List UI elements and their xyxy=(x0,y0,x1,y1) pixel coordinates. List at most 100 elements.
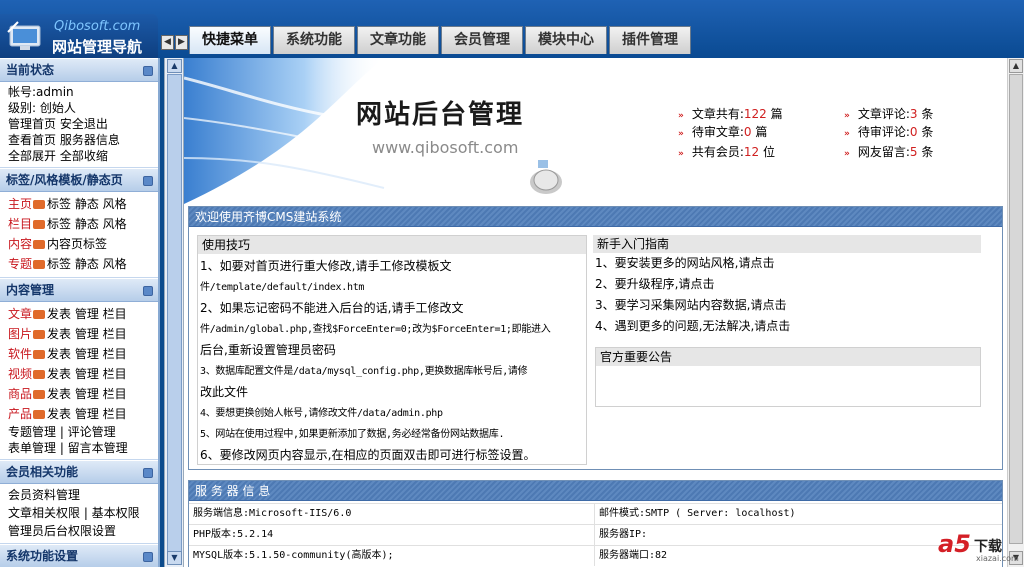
tag-actions[interactable]: 标签 静态 风格 xyxy=(47,217,127,231)
account-value: admin xyxy=(36,85,74,99)
tip-line: 件/template/default/index.htm xyxy=(200,282,365,293)
tag-name[interactable]: 主页 xyxy=(8,197,32,211)
banner-url: www.qibosoft.com xyxy=(372,138,519,157)
tag-row: 栏目 标签 静态 风格 xyxy=(8,214,158,234)
guide-line[interactable]: 1、要安装更多的网站风格,请点击 xyxy=(595,253,981,274)
tip-line: 6、要修改网页内容显示,在相应的页面双击即可进行标签设置。 xyxy=(200,448,536,462)
tab-quick-menu[interactable]: 快捷菜单 xyxy=(189,26,271,54)
tips-title: 使用技巧 xyxy=(198,236,586,254)
server-cell: PHP版本:5.2.14 xyxy=(193,529,274,540)
content-extra-1[interactable]: 专题管理 | 评论管理 xyxy=(8,424,158,440)
stat-unit: 位 xyxy=(762,145,775,159)
section-member-header[interactable]: 会员相关功能 xyxy=(0,460,158,484)
content-name[interactable]: 产品 xyxy=(8,407,32,421)
stat-label: 待审评论: xyxy=(857,125,910,139)
guide-line[interactable]: 4、遇到更多的问题,无法解决,请点击 xyxy=(595,316,981,337)
member-link-1[interactable]: 会员资料管理 xyxy=(8,486,158,504)
tag-row: 专题 标签 静态 风格 xyxy=(8,254,158,274)
content-name[interactable]: 视频 xyxy=(8,367,32,381)
arrow-icon: » xyxy=(678,129,684,139)
tip-line: 件/admin/global.php,查找$ForceEnter=0;改为$Fo… xyxy=(200,324,551,335)
tag-actions[interactable]: 标签 静态 风格 xyxy=(47,197,127,211)
tip-line: 5、网站在使用过程中,如果更新添加了数据,务必经常备份网站数据库. xyxy=(200,429,505,440)
content-actions[interactable]: 发表 管理 栏目 xyxy=(47,327,127,341)
tag-actions[interactable]: 内容页标签 xyxy=(47,237,107,251)
stat-value: 0 xyxy=(909,125,918,139)
stat-value: 3 xyxy=(909,107,918,121)
content-row: 图片 发表 管理 栏目 xyxy=(8,324,158,344)
collapse-left-arrow[interactable]: ◀ xyxy=(161,35,174,50)
account-row: 帐号:admin xyxy=(8,84,158,100)
guide-title: 新手入门指南 xyxy=(593,235,981,253)
toggle-icon[interactable] xyxy=(143,286,153,296)
server-title: 服 务 器 信 息 xyxy=(189,481,1002,501)
arrow-icon: » xyxy=(678,149,684,159)
content-name[interactable]: 商品 xyxy=(8,387,32,401)
tip-line: 改此文件 xyxy=(200,385,249,399)
section-system-header[interactable]: 系统功能设置 xyxy=(0,544,158,567)
top-bar: Qibosoft.com 网站管理导航 ◀ ▶ 快捷菜单 系统功能 文章功能 会… xyxy=(0,0,1024,58)
section-status-header[interactable]: 当前状态 xyxy=(0,58,158,82)
sidebar-scrollbar[interactable]: ▲ ▼ xyxy=(164,58,184,567)
tag-name[interactable]: 专题 xyxy=(8,257,32,271)
tab-modules[interactable]: 模块中心 xyxy=(525,26,607,54)
arrow-icon: » xyxy=(844,111,850,121)
tab-system[interactable]: 系统功能 xyxy=(273,26,355,54)
nav-title: 网站管理导航 xyxy=(52,38,143,56)
section-title: 当前状态 xyxy=(6,63,55,77)
content-actions[interactable]: 发表 管理 栏目 xyxy=(47,367,127,381)
guide-line[interactable]: 2、要升级程序,请点击 xyxy=(595,274,981,295)
content-name[interactable]: 图片 xyxy=(8,327,32,341)
stat-guestbook: » 网友留言:5 条 xyxy=(844,142,933,164)
tab-member[interactable]: 会员管理 xyxy=(441,26,523,54)
section-content-header[interactable]: 内容管理 xyxy=(0,278,158,302)
member-link-2[interactable]: 文章相关权限 | 基本权限 xyxy=(8,504,158,522)
toggle-icon[interactable] xyxy=(143,66,153,76)
member-link-3[interactable]: 管理员后台权限设置 xyxy=(8,522,158,540)
toggle-icon[interactable] xyxy=(143,176,153,186)
content-actions[interactable]: 发表 管理 栏目 xyxy=(47,347,127,361)
tab-article[interactable]: 文章功能 xyxy=(357,26,439,54)
stat-unit: 条 xyxy=(921,145,934,159)
tag-name[interactable]: 栏目 xyxy=(8,217,32,231)
toggle-icon[interactable] xyxy=(143,468,153,478)
notice-title: 官方重要公告 xyxy=(596,348,980,366)
stat-value: 0 xyxy=(743,125,752,139)
link-row-2[interactable]: 查看首页 服务器信息 xyxy=(8,132,158,148)
tip-line: 2、如果忘记密码不能进入后台的话,请手工修改文 xyxy=(200,301,464,315)
content-extra-2[interactable]: 表单管理 | 留言本管理 xyxy=(8,440,158,456)
tag-actions[interactable]: 标签 静态 风格 xyxy=(47,257,127,271)
watermark-site: xiazai.com xyxy=(976,554,1019,563)
scroll-up-icon[interactable]: ▲ xyxy=(167,59,182,73)
content-actions[interactable]: 发表 管理 栏目 xyxy=(47,387,127,401)
server-cell: 服务端信息:Microsoft-IIS/6.0 xyxy=(193,508,352,519)
section-tags-header[interactable]: 标签/风格模板/静态页 xyxy=(0,168,158,192)
section-content-body: 文章 发表 管理 栏目 图片 发表 管理 栏目 软件 发表 管理 栏目 视频 发表 管理… xyxy=(0,302,158,460)
server-cell: 服务器端口:82 xyxy=(599,550,668,561)
tab-plugins[interactable]: 插件管理 xyxy=(609,26,691,54)
edit-icon xyxy=(33,260,46,269)
section-title: 标签/风格模板/静态页 xyxy=(6,173,123,187)
content-name[interactable]: 软件 xyxy=(8,347,32,361)
scroll-thumb[interactable] xyxy=(167,74,182,554)
tag-row: 内容 内容页标签 xyxy=(8,234,158,254)
stat-unit: 篇 xyxy=(755,125,768,139)
content-name[interactable]: 文章 xyxy=(8,307,32,321)
account-label: 帐号: xyxy=(8,85,37,99)
scroll-thumb[interactable] xyxy=(1009,74,1023,544)
tip-line: 后台,重新设置管理员密码 xyxy=(200,343,336,357)
edit-icon xyxy=(33,310,46,319)
scroll-down-icon[interactable]: ▼ xyxy=(167,551,182,565)
server-row: 服务端信息:Microsoft-IIS/6.0 邮件模式:SMTP ( Serve… xyxy=(189,503,1002,524)
link-row-1[interactable]: 管理首页 安全退出 xyxy=(8,116,158,132)
main-scrollbar[interactable]: ▲ ▼ xyxy=(1007,58,1024,567)
content-actions[interactable]: 发表 管理 栏目 xyxy=(47,307,127,321)
toggle-icon[interactable] xyxy=(143,552,153,562)
tag-name[interactable]: 内容 xyxy=(8,237,32,251)
collapse-right-arrow[interactable]: ▶ xyxy=(175,35,188,50)
scroll-up-icon[interactable]: ▲ xyxy=(1009,59,1023,73)
arrow-icon: » xyxy=(844,149,850,159)
content-actions[interactable]: 发表 管理 栏目 xyxy=(47,407,127,421)
guide-line[interactable]: 3、要学习采集网站内容数据,请点击 xyxy=(595,295,981,316)
link-row-3[interactable]: 全部展开 全部收缩 xyxy=(8,148,158,164)
